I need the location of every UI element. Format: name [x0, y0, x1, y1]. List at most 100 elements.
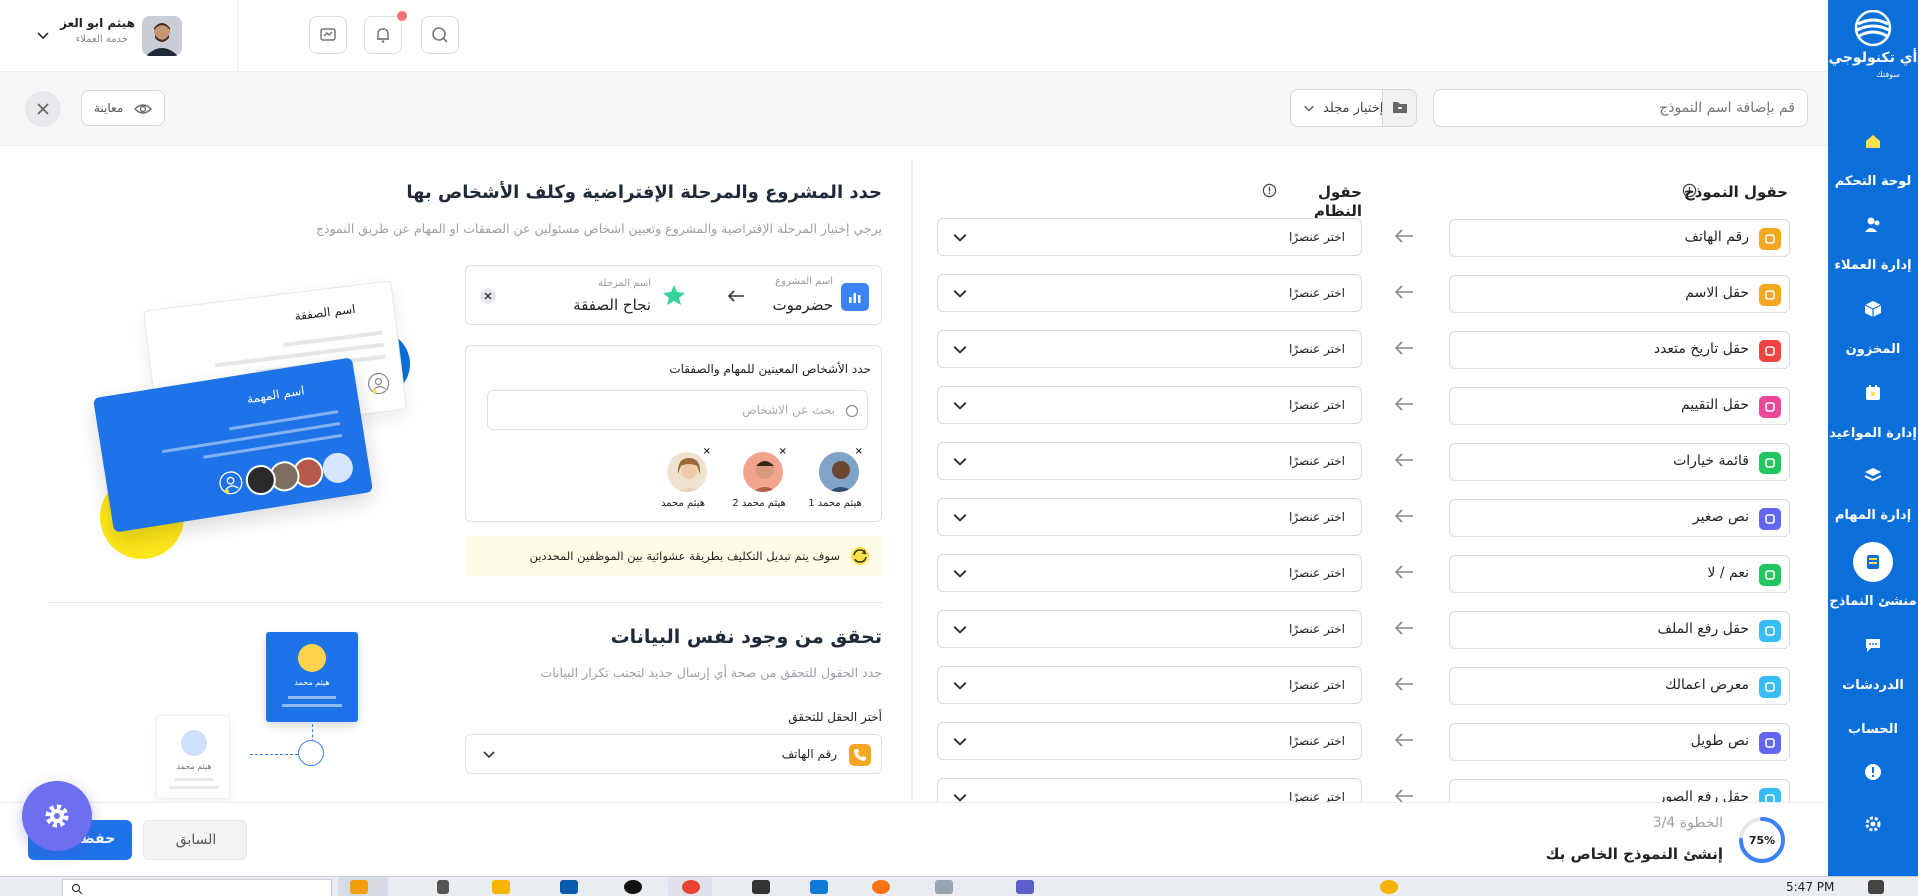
form-field-item[interactable]: نعم / لا [1449, 555, 1790, 593]
chevron-down-icon[interactable] [36, 28, 50, 42]
chevron-down-icon [483, 751, 495, 759]
system-field-select[interactable]: اختر عنصرًا [937, 722, 1362, 760]
chevron-down-icon [953, 346, 967, 354]
store-icon[interactable] [560, 880, 578, 894]
app-icon[interactable] [752, 880, 770, 894]
app-icon[interactable] [872, 880, 890, 894]
box-icon [1864, 301, 1882, 317]
phone-icon [1759, 228, 1781, 250]
taskview-icon[interactable] [437, 880, 449, 894]
form-toolbar: معاينة إختيار مجلد [0, 72, 1828, 146]
system-field-placeholder: اختر عنصرًا [1289, 230, 1345, 244]
system-field-placeholder: اختر عنصرًا [1289, 454, 1345, 468]
system-field-select[interactable]: اختر عنصرًا [937, 666, 1362, 704]
remove-person-icon[interactable]: × [703, 446, 711, 457]
chevron-down-icon [953, 738, 967, 746]
folder-icon[interactable] [492, 880, 510, 894]
form-field-item[interactable]: حقل تاريخ متعدد [1449, 331, 1790, 369]
system-field-select[interactable]: اختر عنصرًا [937, 330, 1362, 368]
form-field-label: حقل رفع الصور [1658, 789, 1749, 802]
verify-field-select[interactable]: رقم الهاتف [465, 734, 882, 774]
briefcase-icon[interactable] [350, 880, 368, 894]
assignment-note: سوف يتم تبديل التكليف بطريقة عشوائية بين… [465, 536, 882, 576]
system-field-select[interactable]: اختر عنصرًا [937, 274, 1362, 312]
system-field-select[interactable]: اختر عنصرًا [937, 498, 1362, 536]
info-icon[interactable] [1864, 763, 1882, 781]
search-button[interactable] [421, 16, 459, 54]
verify-section-desc: حدد الحقول للتحقق من صحة أي إرسال جديد ل… [540, 665, 882, 680]
clear-stage-button[interactable] [480, 288, 496, 304]
assignees-card: حدد الأشخاص المعينين للمهام والصفقات بحث… [465, 345, 882, 522]
user-info[interactable]: هيثم ابو العز خدمة العملاء [60, 16, 135, 45]
form-field-item[interactable]: حقل رفع الصور [1449, 779, 1790, 802]
system-fields-header: حقول النظام [1270, 182, 1362, 220]
person-chip[interactable]: × هيثم محمد [657, 446, 711, 514]
form-name-input[interactable] [1433, 89, 1808, 127]
mapping-row: اختر عنصرًا حقل رفع الصور [937, 778, 1790, 802]
preview-button[interactable]: معاينة [81, 90, 165, 126]
settings-icon[interactable] [1864, 815, 1882, 833]
info-icon[interactable] [1682, 183, 1697, 198]
compare-icon [298, 740, 324, 766]
avatar [298, 644, 326, 672]
avatar[interactable] [142, 16, 182, 56]
search-circle-icon [845, 404, 859, 418]
floating-settings-button[interactable] [22, 781, 92, 851]
system-field-select[interactable]: اختر عنصرًا [937, 554, 1362, 592]
chevron-down-icon [1304, 105, 1314, 112]
system-field-select[interactable]: اختر عنصرًا [937, 778, 1362, 802]
verify-field-value: رقم الهاتف [781, 747, 837, 761]
field-mapping-list: اختر عنصرًا رقم الهاتف اختر عنصرًا حقل الاس… [937, 218, 1790, 802]
clock-icon [1759, 340, 1781, 362]
person-chip[interactable]: × هيثم محمد 1 [808, 446, 863, 514]
mapping-row: اختر عنصرًا معرض اعمالك [937, 666, 1790, 706]
person-chip[interactable]: × هيثم محمد 2 [732, 446, 787, 514]
panel-divider [911, 160, 913, 800]
system-field-select[interactable]: اختر عنصرًا [937, 386, 1362, 424]
system-field-select[interactable]: اختر عنصرًا [937, 442, 1362, 480]
form-field-item[interactable]: نص طويل [1449, 723, 1790, 761]
form-field-item[interactable]: قائمة خيارات [1449, 443, 1790, 481]
system-field-placeholder: اختر عنصرًا [1289, 790, 1345, 802]
form-field-item[interactable]: حقل التقييم [1449, 387, 1790, 425]
system-field-select[interactable]: اختر عنصرًا [937, 218, 1362, 256]
user-name: هيثم ابو العز [60, 16, 135, 30]
notifications-button[interactable] [364, 11, 407, 54]
chrome-icon[interactable] [682, 880, 700, 894]
folder-label: إختيار مجلد [1323, 101, 1384, 116]
chevron-down-icon [953, 626, 967, 634]
chevron-down-icon [953, 570, 967, 578]
info-icon[interactable] [1262, 183, 1277, 198]
folder-select[interactable]: إختيار مجلد [1290, 89, 1417, 127]
taskbar-search-box[interactable] [62, 879, 332, 896]
sidebar-item-label: إدارة المواعيد [1829, 426, 1917, 441]
remove-person-icon[interactable]: × [779, 446, 787, 457]
lines-icon [1759, 732, 1781, 754]
form-field-item[interactable]: حقل الاسم [1449, 275, 1790, 313]
teams-icon[interactable] [1016, 880, 1034, 894]
chevron-down-icon [953, 682, 967, 690]
people-search-field[interactable]: بحث عن الاشخاص [487, 390, 868, 430]
app-icon[interactable] [624, 880, 642, 894]
form-field-item[interactable]: معرض اعمالك [1449, 667, 1790, 705]
form-field-item[interactable]: نص صغير [1449, 499, 1790, 537]
project-stage-selector[interactable]: اسم المشروع حضرموت اسم المرحلة نجاح الصف… [465, 265, 882, 325]
weather-icon[interactable] [1380, 880, 1398, 894]
close-icon [37, 103, 49, 115]
vscode-icon[interactable] [810, 880, 828, 894]
folder-icon [1393, 102, 1407, 113]
remove-person-icon[interactable]: × [855, 446, 863, 457]
profile-card-name: هيثم محمد [176, 762, 212, 771]
system-field-select[interactable]: اختر عنصرًا [937, 610, 1362, 648]
refresh-icon [851, 547, 869, 565]
form-field-item[interactable]: رقم الهاتف [1449, 219, 1790, 257]
app-icon[interactable] [935, 880, 953, 894]
notification-center-icon[interactable] [1868, 880, 1884, 894]
deal-card-title: اسم الصفقة [293, 301, 357, 324]
close-button[interactable] [25, 91, 61, 127]
messages-button[interactable] [309, 16, 347, 54]
form-field-item[interactable]: حقل رفع الملف [1449, 611, 1790, 649]
step-subtitle: إنشئ النموذج الخاص بك [1545, 845, 1723, 863]
previous-button[interactable]: السابق [143, 820, 247, 860]
top-header: هيثم ابو العز خدمة العملاء [0, 0, 1828, 72]
